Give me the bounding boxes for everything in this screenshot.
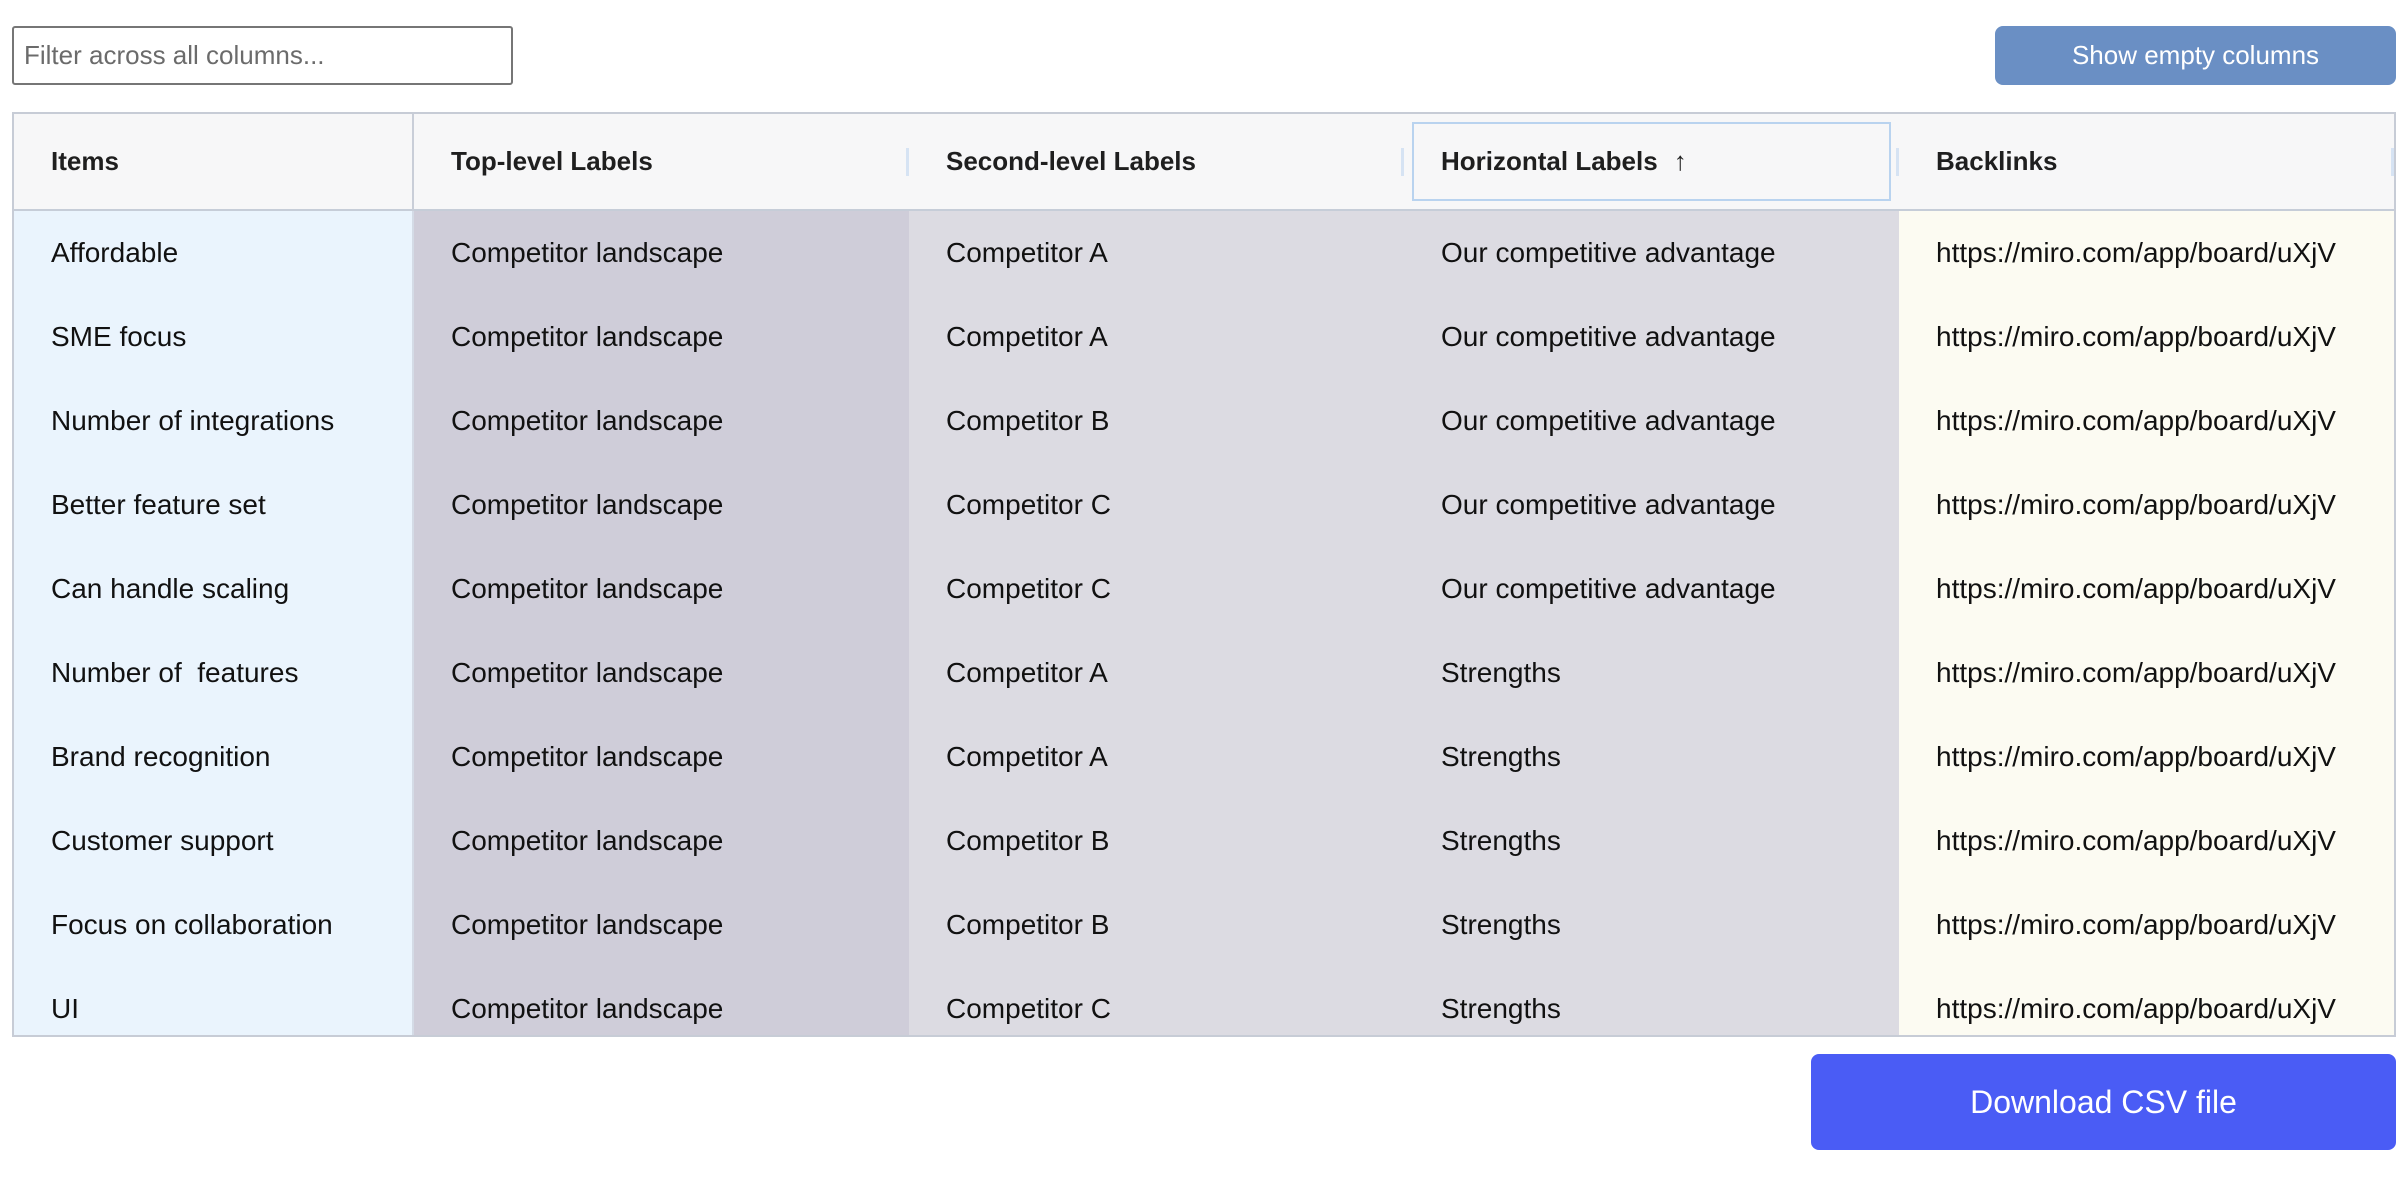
arrow-up-icon: ↑ (1673, 146, 1687, 176)
table-row[interactable]: Number of integrations Competitor landsca… (14, 379, 2394, 463)
cell-item: Better feature set (14, 463, 414, 547)
cell-horizontal-label: Strengths (1404, 631, 1899, 715)
cell-backlink[interactable]: https://miro.com/app/board/uXjV (1899, 211, 2394, 295)
column-header-label: Backlinks (1936, 146, 2058, 176)
table-row[interactable]: SME focus Competitor landscape Competitor … (14, 295, 2394, 379)
cell-top-level-label: Competitor landscape (414, 883, 909, 967)
cell-second-level-label: Competitor B (909, 379, 1404, 463)
table-row[interactable]: Affordable Competitor landscape Competitor… (14, 211, 2394, 295)
cell-top-level-label: Competitor landscape (414, 799, 909, 883)
cell-second-level-label: Competitor B (909, 799, 1404, 883)
cell-item: Number of features (14, 631, 414, 715)
column-header-label: Second-level Labels (946, 146, 1196, 176)
cell-horizontal-label: Our competitive advantage (1404, 211, 1899, 295)
cell-top-level-label: Competitor landscape (414, 211, 909, 295)
column-resize-handle[interactable] (2391, 148, 2394, 176)
cell-item: Number of integrations (14, 379, 414, 463)
table-row[interactable]: Brand recognition Competitor landscape Com… (14, 715, 2394, 799)
cell-item: Brand recognition (14, 715, 414, 799)
show-empty-columns-button[interactable]: Show empty columns (1995, 26, 2396, 85)
cell-top-level-label: Competitor landscape (414, 379, 909, 463)
cell-second-level-label: Competitor C (909, 463, 1404, 547)
cell-second-level-label: Competitor A (909, 631, 1404, 715)
column-header-second-level-labels[interactable]: Second-level Labels (909, 114, 1404, 209)
data-table: Items Top-level Labels Second-level Labe… (12, 112, 2396, 1037)
filter-input[interactable] (12, 26, 513, 85)
cell-backlink[interactable]: https://miro.com/app/board/uXjV (1899, 295, 2394, 379)
cell-horizontal-label: Our competitive advantage (1404, 547, 1899, 631)
cell-backlink[interactable]: https://miro.com/app/board/uXjV (1899, 883, 2394, 967)
cell-top-level-label: Competitor landscape (414, 631, 909, 715)
cell-horizontal-label: Our competitive advantage (1404, 295, 1899, 379)
table-row[interactable]: Customer support Competitor landscape Comp… (14, 799, 2394, 883)
cell-item: SME focus (14, 295, 414, 379)
table-row[interactable]: UI Competitor landscape Competitor C Streng… (14, 967, 2394, 1035)
column-header-items[interactable]: Items (14, 114, 414, 209)
cell-top-level-label: Competitor landscape (414, 463, 909, 547)
column-header-label: Top-level Labels (451, 146, 653, 176)
cell-horizontal-label: Strengths (1404, 967, 1899, 1035)
cell-second-level-label: Competitor A (909, 211, 1404, 295)
table-row[interactable]: Focus on collaboration Competitor landsca… (14, 883, 2394, 967)
cell-backlink[interactable]: https://miro.com/app/board/uXjV (1899, 463, 2394, 547)
cell-item: Customer support (14, 799, 414, 883)
cell-item: Can handle scaling (14, 547, 414, 631)
table-row[interactable]: Can handle scaling Competitor landscape Co… (14, 547, 2394, 631)
cell-top-level-label: Competitor landscape (414, 295, 909, 379)
cell-horizontal-label: Our competitive advantage (1404, 463, 1899, 547)
cell-backlink[interactable]: https://miro.com/app/board/uXjV (1899, 799, 2394, 883)
cell-item: Affordable (14, 211, 414, 295)
cell-second-level-label: Competitor B (909, 883, 1404, 967)
table-row[interactable]: Better feature set Competitor landscape Co… (14, 463, 2394, 547)
cell-second-level-label: Competitor A (909, 295, 1404, 379)
cell-second-level-label: Competitor C (909, 547, 1404, 631)
column-header-label: Items (51, 146, 119, 176)
table-body: Affordable Competitor landscape Competitor… (14, 211, 2394, 1035)
cell-horizontal-label: Our competitive advantage (1404, 379, 1899, 463)
table-header: Items Top-level Labels Second-level Labe… (14, 114, 2394, 211)
cell-backlink[interactable]: https://miro.com/app/board/uXjV (1899, 715, 2394, 799)
cell-horizontal-label: Strengths (1404, 883, 1899, 967)
cell-item: UI (14, 967, 414, 1035)
cell-item: Focus on collaboration (14, 883, 414, 967)
cell-second-level-label: Competitor C (909, 967, 1404, 1035)
cell-top-level-label: Competitor landscape (414, 967, 909, 1035)
column-header-backlinks[interactable]: Backlinks (1899, 114, 2394, 209)
cell-top-level-label: Competitor landscape (414, 547, 909, 631)
cell-backlink[interactable]: https://miro.com/app/board/uXjV (1899, 967, 2394, 1035)
page: Show empty columns Items Top-level Label… (0, 0, 2408, 1180)
table-row[interactable]: Number of features Competitor landscape Co… (14, 631, 2394, 715)
cell-backlink[interactable]: https://miro.com/app/board/uXjV (1899, 631, 2394, 715)
download-csv-button[interactable]: Download CSV file (1811, 1054, 2396, 1150)
cell-backlink[interactable]: https://miro.com/app/board/uXjV (1899, 547, 2394, 631)
column-header-label: Horizontal Labels (1441, 146, 1658, 176)
cell-backlink[interactable]: https://miro.com/app/board/uXjV (1899, 379, 2394, 463)
cell-second-level-label: Competitor A (909, 715, 1404, 799)
column-header-top-level-labels[interactable]: Top-level Labels (414, 114, 909, 209)
cell-horizontal-label: Strengths (1404, 799, 1899, 883)
cell-horizontal-label: Strengths (1404, 715, 1899, 799)
column-header-horizontal-labels[interactable]: Horizontal Labels ↑ (1404, 114, 1899, 209)
cell-top-level-label: Competitor landscape (414, 715, 909, 799)
